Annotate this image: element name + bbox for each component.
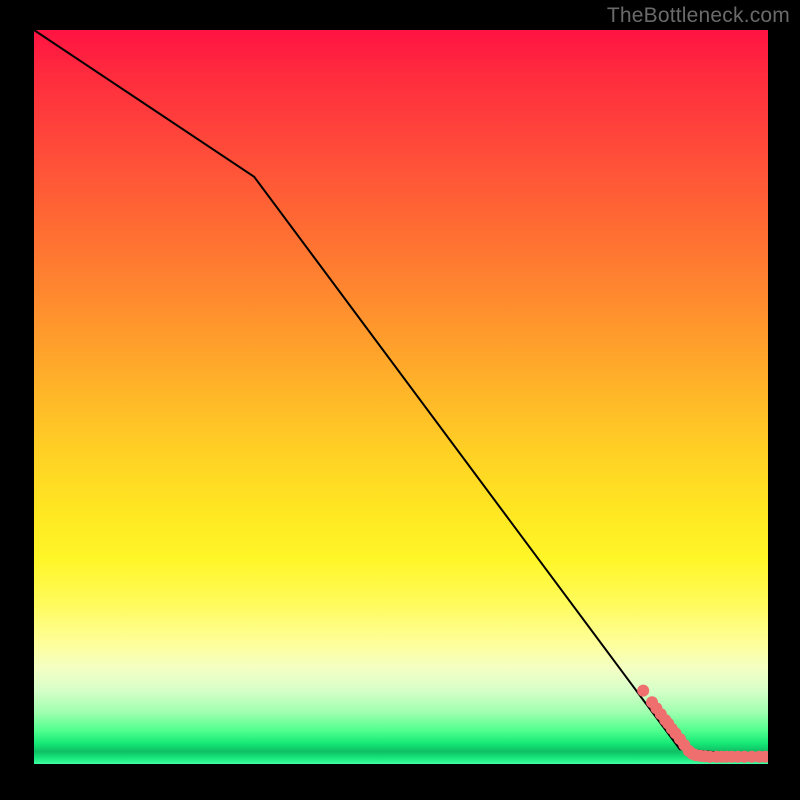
- plot-area: [34, 30, 768, 764]
- chart-frame: TheBottleneck.com: [0, 0, 800, 800]
- scatter-point: [637, 685, 649, 697]
- watermark-text: TheBottleneck.com: [607, 4, 790, 28]
- main-curve: [34, 30, 768, 757]
- chart-svg: [34, 30, 768, 764]
- scatter-points: [637, 685, 768, 763]
